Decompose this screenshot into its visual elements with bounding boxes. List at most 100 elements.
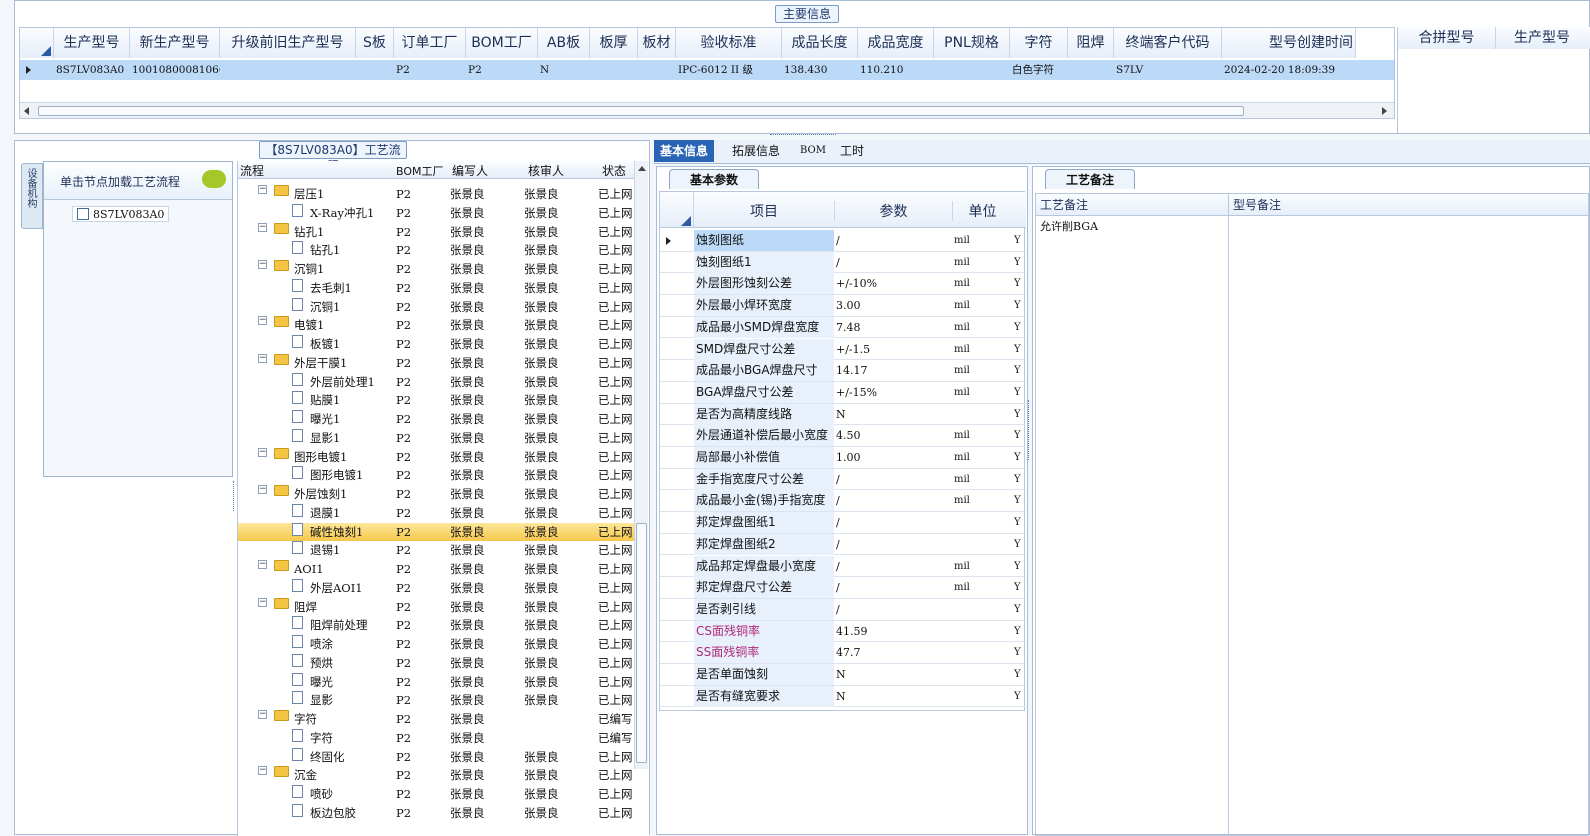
tree-row[interactable]: − 沉金 P2 张景良 张景良 已上网 <box>238 766 634 785</box>
tab-work-hours[interactable]: 工时 <box>834 140 870 162</box>
tree-row[interactable]: − 钻孔1 P2 张景良 张景良 已上网 <box>238 222 634 242</box>
basic-params-tab[interactable]: 基本参数 <box>669 169 759 189</box>
column-header[interactable]: PNL规格 <box>934 28 1010 58</box>
table-cell[interactable]: IPC-6012 II 级 <box>676 60 782 80</box>
param-cell-value[interactable]: / <box>836 469 950 490</box>
tab-bom[interactable]: BOM <box>794 140 832 162</box>
collapse-icon[interactable]: − <box>258 185 267 194</box>
table-row[interactable]: 8S7LV083A0 10010800081066 P2 P2 N IPC-6012 II… <box>20 60 1394 80</box>
param-cell-value[interactable]: N <box>836 664 950 685</box>
param-cell-value[interactable]: / <box>836 534 950 555</box>
param-row[interactable]: 是否剥引线 / Y <box>660 598 1026 621</box>
tree-row[interactable]: 预烘 P2 张景良 张景良 已上网 <box>238 653 634 673</box>
table-cell[interactable]: N <box>538 60 590 80</box>
param-cell-value[interactable]: / <box>836 556 950 577</box>
param-row[interactable]: 成品邦定焊盘最小宽度 / mil Y <box>660 555 1026 578</box>
table-cell[interactable]: 10010800081066 <box>130 60 220 80</box>
param-row[interactable]: 邦定焊盘图纸2 / Y <box>660 533 1026 556</box>
column-header[interactable]: 板厚 <box>590 28 638 58</box>
tree-row[interactable]: − 阻焊 P2 张景良 张景良 已上网 <box>238 597 634 617</box>
param-cell-value[interactable]: N <box>836 686 950 707</box>
param-row[interactable]: 是否有缝宽要求 N Y <box>660 685 1026 708</box>
param-cell-value[interactable]: N <box>836 404 950 425</box>
tree-row[interactable]: 显影 P2 张景良 张景良 已上网 <box>238 691 634 710</box>
collapse-icon[interactable]: − <box>258 353 267 363</box>
param-row[interactable]: 外层最小焊环宽度 3.00 mil Y <box>660 295 1026 317</box>
collapse-icon[interactable]: − <box>258 766 267 776</box>
param-row[interactable]: 局部最小补偿值 1.00 mil Y <box>660 447 1026 469</box>
tree-row[interactable]: 钻孔1 P2 张景良 张景良 已上网 <box>238 241 634 260</box>
param-row[interactable]: 是否为高精度线路 N Y <box>660 403 1026 426</box>
tree-row[interactable]: 图形电镀1 P2 张景良 张景良 已上网 <box>238 466 634 485</box>
column-header[interactable]: 升级前旧生产型号 <box>220 28 356 58</box>
column-header[interactable]: 验收标准 <box>676 28 782 58</box>
collapse-icon[interactable]: − <box>258 710 267 719</box>
param-row[interactable]: 成品最小金(锡)手指宽度 / mil Y <box>660 490 1026 513</box>
scroll-thumb[interactable] <box>636 523 647 763</box>
tree-node-root[interactable]: 8S7LV083A0 <box>72 206 170 222</box>
table-cell[interactable]: 2024-02-20 18:09:39 <box>1222 60 1356 80</box>
table-cell[interactable]: 8S7LV083A0 <box>54 60 130 80</box>
param-cell-value[interactable]: / <box>836 599 950 620</box>
table-cell[interactable]: S7LV <box>1114 60 1222 80</box>
table-cell[interactable] <box>356 60 394 80</box>
param-cell-value[interactable]: 47.7 <box>836 642 950 663</box>
param-cell-value[interactable]: 7.48 <box>836 317 950 338</box>
tab-basic-info[interactable]: 基本信息 <box>654 140 715 162</box>
param-row[interactable]: 蚀刻图纸 / mil Y <box>660 230 1026 252</box>
tree-row[interactable]: 沉铜1 P2 张景良 张景良 已上网 <box>238 297 634 317</box>
table-cell[interactable]: P2 <box>394 60 466 80</box>
param-row[interactable]: 是否单面蚀刻 N Y <box>660 664 1026 686</box>
side-tab[interactable]: 设备机构 <box>21 163 43 229</box>
param-row[interactable]: 邦定焊盘图纸1 / Y <box>660 512 1026 534</box>
tree-row[interactable]: 显影1 P2 张景良 张景良 已上网 <box>238 428 634 448</box>
table-cell[interactable] <box>638 60 676 80</box>
collapse-icon[interactable]: − <box>258 260 267 269</box>
tree-row[interactable]: 终固化 P2 张景良 张景良 已上网 <box>238 747 634 767</box>
param-row[interactable]: 外层通道补偿后最小宽度 4.50 mil Y <box>660 425 1026 447</box>
table-cell[interactable]: P2 <box>466 60 538 80</box>
scroll-thumb[interactable] <box>38 106 1244 116</box>
param-cell-value[interactable]: / <box>836 577 950 598</box>
tree-row[interactable]: 外层AOI1 P2 张景良 张景良 已上网 <box>238 578 634 598</box>
column-header[interactable]: AB板 <box>538 28 590 58</box>
tab-extended-info[interactable]: 拓展信息 <box>726 140 786 162</box>
table-cell[interactable] <box>1068 60 1114 80</box>
param-cell-value[interactable]: 1.00 <box>836 447 950 468</box>
tree-row[interactable]: − 电镀1 P2 张景良 张景良 已上网 <box>238 316 634 335</box>
tree-row[interactable]: X-Ray冲孔1 P2 张景良 张景良 已上网 <box>238 203 634 223</box>
column-header[interactable]: 阻焊 <box>1068 28 1114 58</box>
tree-row[interactable]: − 字符 P2 张景良 已编写 <box>238 710 634 729</box>
param-cell-value[interactable]: / <box>836 252 950 273</box>
collapse-icon[interactable]: − <box>258 597 267 607</box>
table-cell[interactable] <box>934 60 1010 80</box>
param-row[interactable]: 蚀刻图纸1 / mil Y <box>660 251 1026 274</box>
tree-row[interactable]: − 层压1 P2 张景良 张景良 已上网 <box>238 185 634 204</box>
column-header[interactable]: BOM工厂 <box>466 28 538 58</box>
param-row[interactable]: BGA焊盘尺寸公差 +/-15% mil Y <box>660 381 1026 404</box>
tree-row[interactable]: 曝光1 P2 张景良 张景良 已上网 <box>238 410 634 429</box>
tree-row[interactable]: 喷砂 P2 张景良 张景良 已上网 <box>238 785 634 804</box>
tree-row[interactable]: − 外层蚀刻1 P2 张景良 张景良 已上网 <box>238 485 634 504</box>
column-header[interactable]: 字符 <box>1010 28 1068 58</box>
tree-row[interactable]: 贴膜1 P2 张景良 张景良 已上网 <box>238 391 634 410</box>
param-cell-value[interactable]: 14.17 <box>836 360 950 381</box>
table-cell[interactable]: 白色字符 <box>1010 60 1068 80</box>
collapse-icon[interactable]: − <box>258 222 267 232</box>
column-header[interactable]: 型号创建时间 <box>1222 28 1356 58</box>
tree-row[interactable]: 退膜1 P2 张景良 张景良 已上网 <box>238 503 634 523</box>
param-row[interactable]: 外层图形蚀刻公差 +/-10% mil Y <box>660 273 1026 296</box>
param-cell-value[interactable]: 4.50 <box>836 425 950 446</box>
tree-row[interactable]: 退锡1 P2 张景良 张景良 已上网 <box>238 541 634 560</box>
collapse-icon[interactable]: − <box>258 560 267 569</box>
table-cell[interactable]: 110.210 <box>858 60 934 80</box>
vertical-scrollbar[interactable] <box>634 161 648 769</box>
column-header[interactable]: 生产型号 <box>54 28 130 58</box>
param-row[interactable]: CS面残铜率 41.59 Y <box>660 620 1026 643</box>
scroll-up-icon[interactable] <box>638 166 646 171</box>
param-cell-value[interactable]: / <box>836 490 950 511</box>
model-note-text[interactable] <box>1229 216 1588 220</box>
column-header[interactable]: 新生产型号 <box>130 28 220 58</box>
tree-row[interactable]: 外层前处理1 P2 张景良 张景良 已上网 <box>238 372 634 392</box>
tree-row[interactable]: 曝光 P2 张景良 张景良 已上网 <box>238 672 634 692</box>
